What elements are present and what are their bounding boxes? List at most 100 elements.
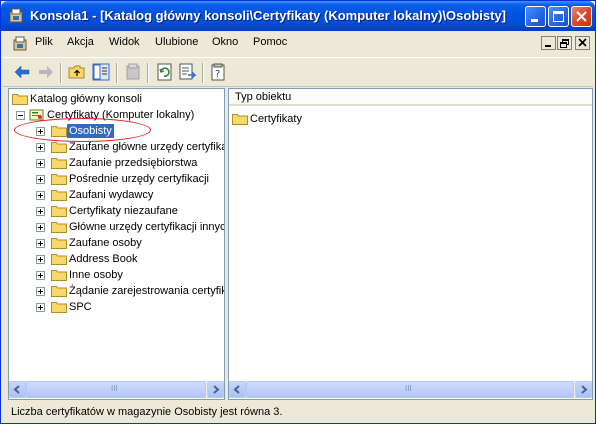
tree-node-store[interactable]: Inne osoby	[51, 267, 125, 283]
tree-node-store[interactable]: Certyfikaty niezaufane	[51, 203, 180, 219]
svg-text:?: ?	[215, 69, 220, 80]
tree-node-store[interactable]: Główne urzędy certyfikacji innych firm	[51, 219, 224, 235]
tree-node-label: Certyfikaty niezaufane	[69, 205, 178, 217]
title-bar[interactable]: Konsola1 - [Katalog główny konsoli\Certy…	[1, 1, 595, 31]
mmc-app-icon	[9, 8, 23, 23]
minimize-icon	[531, 19, 538, 22]
tree-expand-toggle[interactable]	[36, 175, 45, 184]
list-item[interactable]: Certyfikaty	[232, 111, 304, 127]
mmc-window: Konsola1 - [Katalog główny konsoli\Certy…	[0, 0, 596, 424]
toolbar-separator	[147, 63, 149, 83]
tree-node-store[interactable]: Zaufane osoby	[51, 235, 144, 251]
tree-node-label: Katalog główny konsoli	[30, 93, 142, 105]
back-arrow-icon[interactable]	[13, 63, 31, 81]
tree-node-label: Pośrednie urzędy certyfikacji	[69, 173, 210, 185]
results-pane[interactable]: Typ obiektu Certyfikaty	[228, 88, 593, 400]
tree-node-label: Inne osoby	[69, 269, 123, 281]
folder-icon	[51, 174, 67, 185]
column-header-label: Typ obiektu	[235, 91, 292, 103]
arrow-right-icon	[581, 385, 588, 394]
tree-expand-toggle[interactable]	[36, 143, 45, 152]
folder-icon	[51, 238, 67, 249]
maximize-button[interactable]	[548, 6, 569, 27]
tree-expand-toggle[interactable]	[36, 159, 45, 168]
show-hide-tree-icon[interactable]	[92, 63, 110, 81]
maximize-icon	[553, 11, 564, 22]
folder-icon	[51, 190, 67, 201]
scroll-right-button[interactable]	[207, 381, 224, 398]
scroll-right-button[interactable]	[575, 381, 592, 398]
menu-favorites[interactable]: Ulubione	[155, 36, 198, 48]
tree-expand-toggle[interactable]	[36, 303, 45, 312]
menu-file[interactable]: Plik	[35, 36, 53, 48]
mdi-close-button[interactable]	[575, 36, 590, 50]
close-icon	[578, 38, 587, 47]
tree-expand-toggle[interactable]	[36, 191, 45, 200]
tree-node-root[interactable]: Katalog główny konsoli	[12, 91, 144, 107]
menu-view[interactable]: Widok	[109, 36, 140, 48]
tree-node-store[interactable]: Zaufanie przedsiębiorstwa	[51, 155, 199, 171]
help-properties-icon[interactable]: ?	[209, 63, 227, 81]
tree-node-label: SPC	[69, 301, 92, 313]
menu-action[interactable]: Akcja	[67, 36, 94, 48]
tree-node-label: Zaufani wydawcy	[69, 189, 154, 201]
folder-icon	[12, 94, 28, 105]
scroll-thumb[interactable]: III	[246, 381, 574, 398]
minimize-icon	[545, 45, 551, 47]
folder-icon	[51, 206, 67, 217]
folder-icon	[51, 142, 67, 153]
folder-icon	[51, 270, 67, 281]
toolbar-separator	[202, 63, 204, 83]
close-icon	[576, 11, 587, 22]
list-item-label: Certyfikaty	[250, 113, 302, 125]
delete-icon[interactable]	[124, 63, 142, 81]
folder-icon	[51, 302, 67, 313]
tree-expand-toggle[interactable]	[36, 255, 45, 264]
refresh-icon[interactable]	[156, 63, 174, 81]
folder-icon	[51, 222, 67, 233]
tree-expand-toggle[interactable]	[36, 207, 45, 216]
mdi-restore-button[interactable]	[557, 36, 572, 50]
tree-node-store[interactable]: Zaufani wydawcy	[51, 187, 155, 203]
scroll-left-button[interactable]	[229, 381, 246, 398]
tree-collapse-toggle[interactable]	[16, 111, 25, 120]
folder-icon	[51, 158, 67, 169]
tree-node-label: Zaufanie przedsiębiorstwa	[69, 157, 198, 169]
up-folder-icon[interactable]	[68, 63, 86, 81]
folder-icon	[51, 254, 67, 265]
tree-expand-toggle[interactable]	[36, 239, 45, 248]
forward-arrow-icon[interactable]	[37, 63, 55, 81]
tree-horizontal-scrollbar[interactable]: III	[9, 381, 224, 398]
window-title: Konsola1 - [Katalog główny konsoli\Certy…	[30, 8, 507, 23]
tree-node-store[interactable]: SPC	[51, 299, 94, 315]
folder-icon	[232, 114, 248, 125]
toolbar: ?	[3, 57, 593, 87]
tree-node-label: Zaufane osoby	[69, 237, 142, 249]
minimize-button[interactable]	[525, 6, 546, 27]
arrow-right-icon	[213, 385, 220, 394]
scroll-left-button[interactable]	[9, 381, 26, 398]
restore-icon-front	[560, 42, 567, 48]
arrow-left-icon	[233, 385, 240, 394]
close-button[interactable]	[571, 6, 592, 27]
menu-help[interactable]: Pomoc	[253, 36, 287, 48]
export-list-icon[interactable]	[179, 63, 197, 81]
status-bar: Liczba certyfikatów w magazynie Osobisty…	[3, 402, 593, 422]
tree-expand-toggle[interactable]	[36, 287, 45, 296]
tree-expand-toggle[interactable]	[36, 271, 45, 280]
status-text: Liczba certyfikatów w magazynie Osobisty…	[11, 406, 283, 418]
scroll-grip: III	[111, 384, 118, 393]
scroll-thumb[interactable]: III	[26, 381, 206, 398]
results-horizontal-scrollbar[interactable]: III	[229, 381, 592, 398]
document-control-icon[interactable]	[12, 35, 28, 51]
mdi-minimize-button[interactable]	[541, 36, 556, 50]
column-header-type[interactable]: Typ obiektu	[229, 89, 592, 106]
tree-node-store[interactable]: Żądanie zarejestrowania certyfikatu	[51, 283, 225, 299]
tree-expand-toggle[interactable]	[36, 223, 45, 232]
folder-icon	[51, 286, 67, 297]
tree-node-store[interactable]: Address Book	[51, 251, 139, 267]
annotation-circle	[14, 118, 151, 142]
menu-window[interactable]: Okno	[212, 36, 238, 48]
tree-node-store[interactable]: Pośrednie urzędy certyfikacji	[51, 171, 211, 187]
tree-node-label: Żądanie zarejestrowania certyfikatu	[69, 285, 225, 297]
